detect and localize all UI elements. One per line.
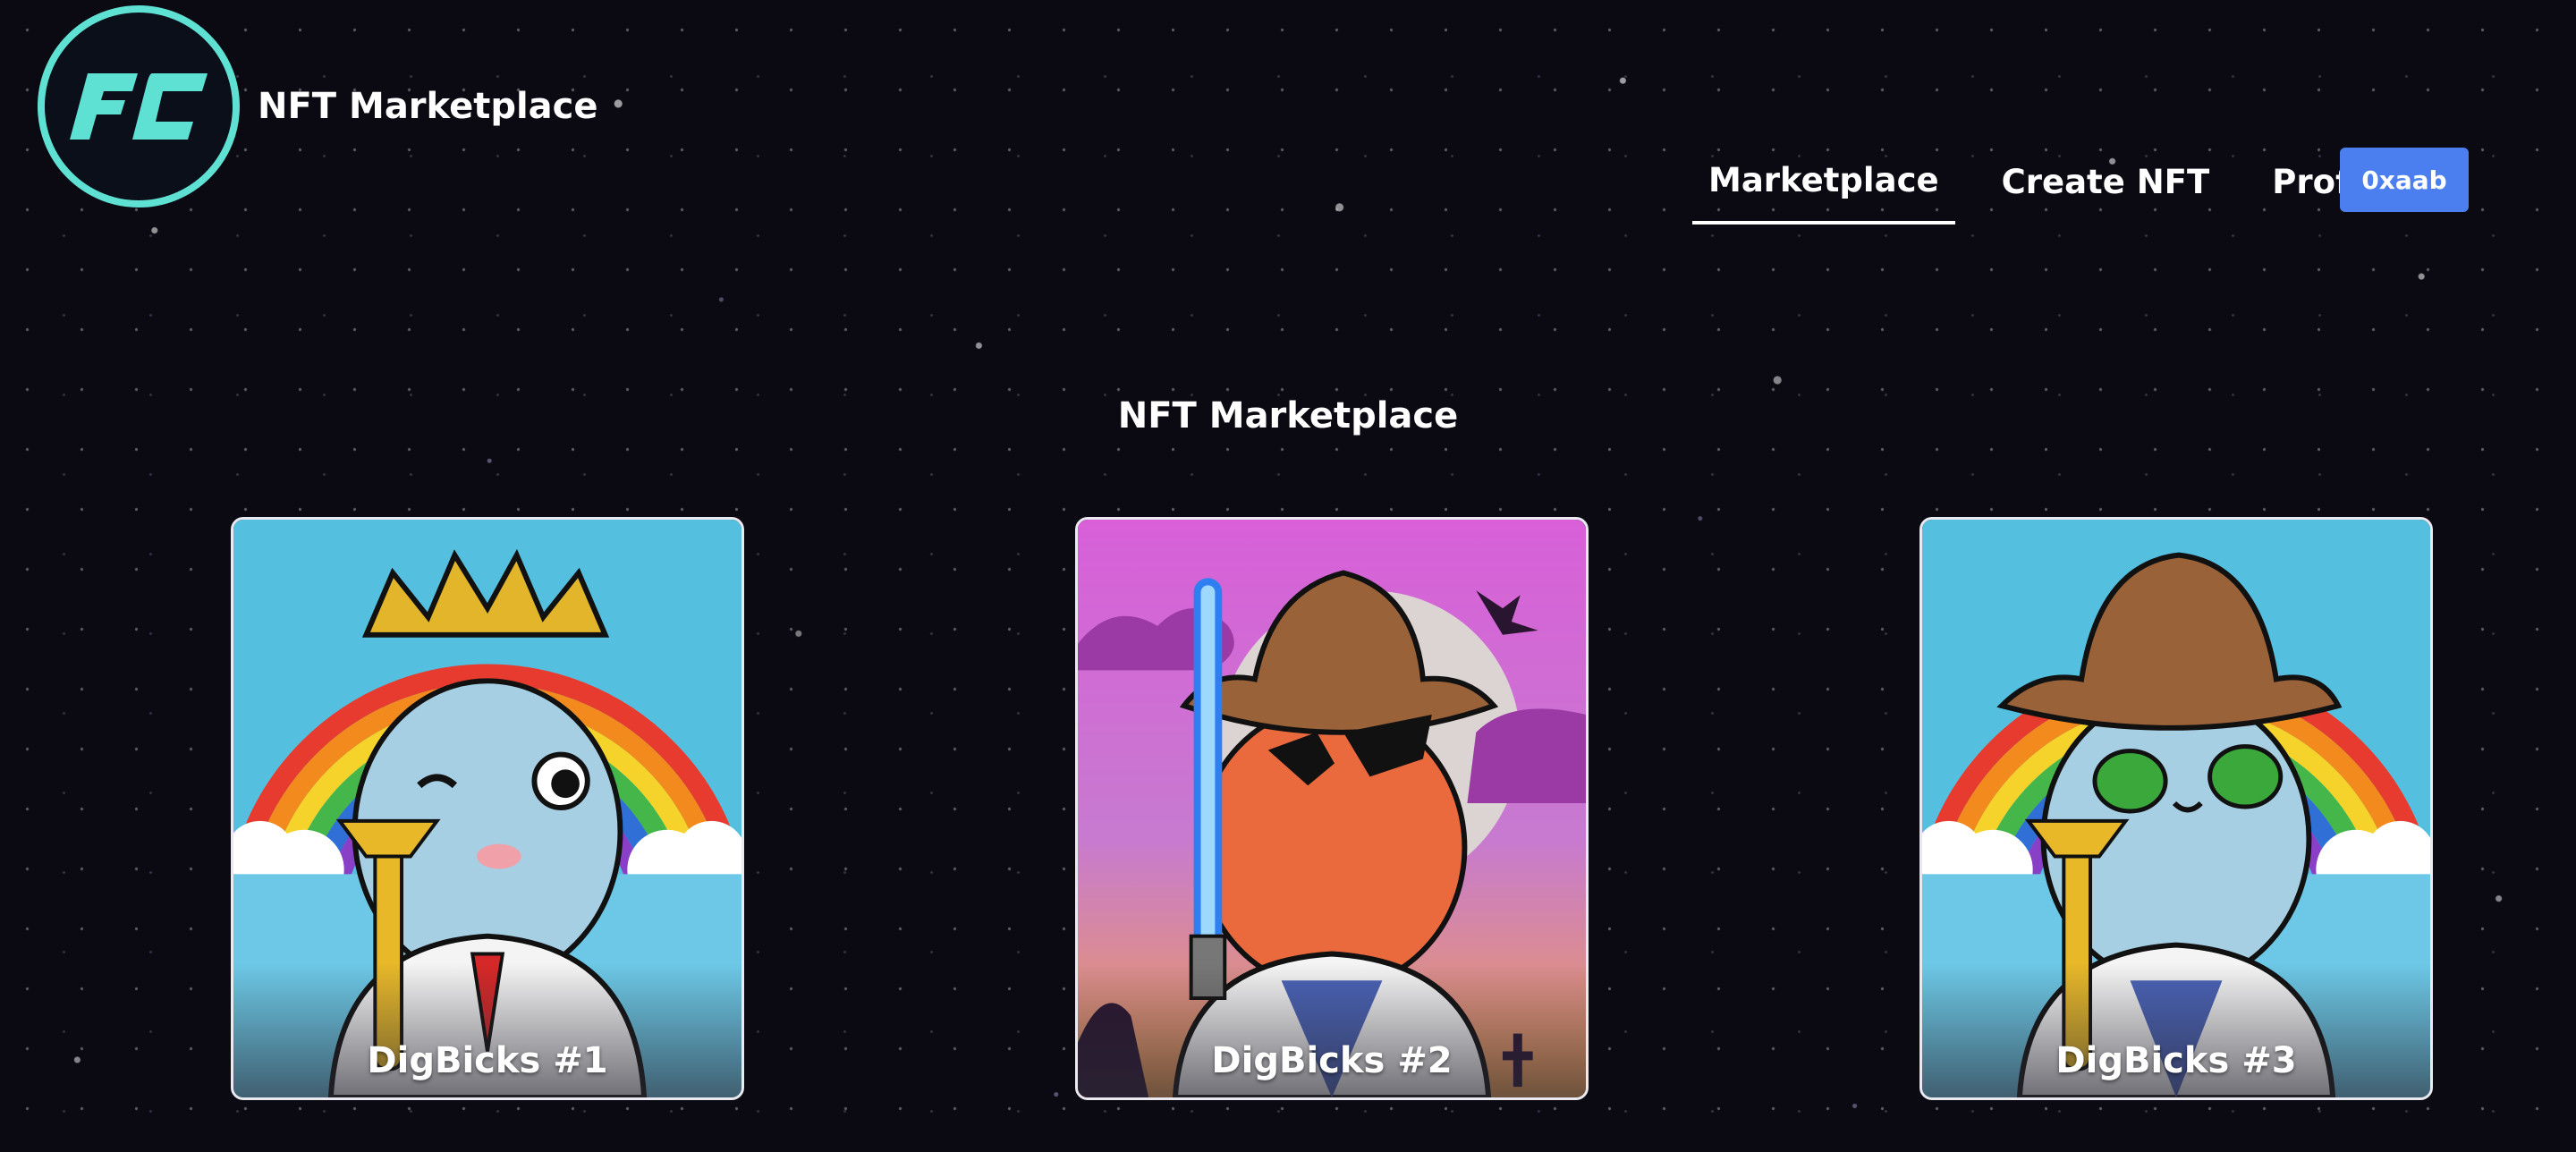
nft-name: DigBicks #1 — [367, 1040, 608, 1081]
nft-name: DigBicks #2 — [1211, 1040, 1453, 1081]
brand-title: NFT Marketplace — [258, 86, 598, 127]
brand-header: NFT Marketplace — [38, 5, 598, 208]
nft-card[interactable]: DigBicks #1 — [231, 517, 744, 1100]
logo[interactable] — [38, 5, 240, 208]
nft-name: DigBicks #3 — [2055, 1040, 2297, 1081]
logo-fc-icon — [70, 73, 208, 140]
nav-marketplace[interactable]: Marketplace — [1692, 148, 1955, 224]
nft-card[interactable]: DigBicks #3 — [1919, 517, 2433, 1100]
nav-create-nft[interactable]: Create NFT — [1986, 150, 2226, 223]
nft-card[interactable]: DigBicks #2 — [1075, 517, 1589, 1100]
page-title: NFT Marketplace — [1117, 395, 1459, 436]
main-nav: Marketplace Create NFT Profile — [1692, 148, 2440, 224]
wallet-address-button[interactable]: 0xaab — [2340, 148, 2469, 212]
